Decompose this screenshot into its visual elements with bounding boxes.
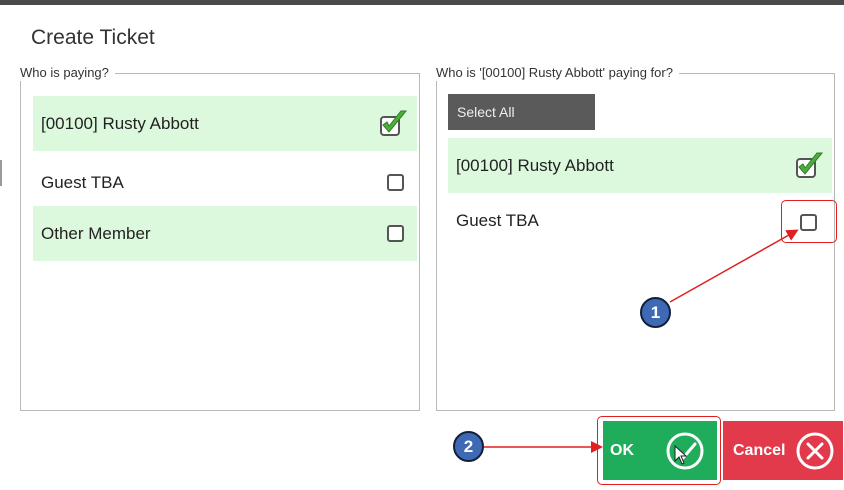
payer-row-other-member[interactable]: Other Member	[33, 206, 417, 261]
payer-guest-checkbox[interactable]	[387, 174, 404, 191]
payee-row-guest-tba[interactable]: Guest TBA	[448, 196, 832, 246]
payer-row-label: [00100] Rusty Abbott	[41, 113, 199, 133]
callout-highlight-checkbox	[781, 200, 837, 243]
payer-row-rusty-abbott[interactable]: [00100] Rusty Abbott	[33, 96, 417, 151]
payer-group: Who is paying? [00100] Rusty Abbott Gues…	[20, 65, 420, 411]
payee-row-label: [00100] Rusty Abbott	[456, 155, 614, 175]
payer-row-label: Other Member	[41, 223, 151, 243]
dialog-title: Create Ticket	[31, 26, 155, 49]
payee-group: Who is '[00100] Rusty Abbott' paying for…	[436, 65, 835, 411]
window-top-bar	[0, 0, 844, 5]
checkbox-checked-icon[interactable]	[794, 150, 824, 180]
callout-highlight-ok	[597, 416, 721, 485]
step-badge-1: 1	[640, 297, 671, 328]
cancel-button-label: Cancel	[733, 441, 786, 459]
payer-row-label: Guest TBA	[41, 172, 124, 192]
payer-group-legend: Who is paying?	[20, 65, 115, 81]
window-edge-marker	[0, 160, 2, 186]
payer-row-guest-tba[interactable]: Guest TBA	[33, 155, 417, 210]
close-circle-icon	[796, 432, 834, 470]
checkbox-checked-icon[interactable]	[378, 108, 408, 138]
cancel-button[interactable]: Cancel	[723, 421, 843, 480]
select-all-button[interactable]: Select All	[448, 94, 595, 130]
payer-other-member-checkbox[interactable]	[387, 225, 404, 242]
step-badge-2: 2	[453, 431, 484, 462]
payee-group-legend: Who is '[00100] Rusty Abbott' paying for…	[436, 65, 679, 81]
payee-row-rusty-abbott[interactable]: [00100] Rusty Abbott	[448, 138, 832, 193]
payee-row-label: Guest TBA	[456, 211, 539, 230]
